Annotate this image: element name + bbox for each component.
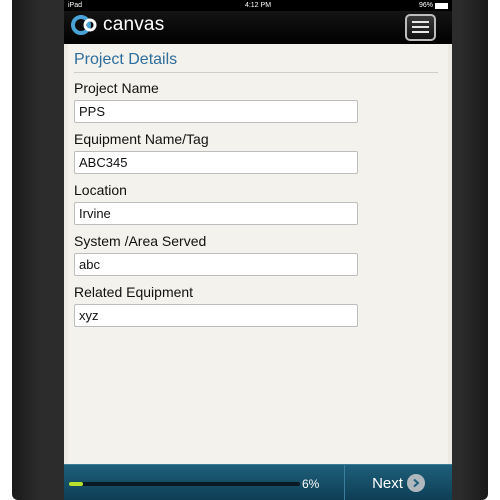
equipment-name-label: Equipment Name/Tag bbox=[74, 131, 209, 147]
title-divider bbox=[74, 72, 438, 73]
screen: iPad 4:12 PM 96% canvas Project Details … bbox=[64, 0, 452, 500]
project-name-label: Project Name bbox=[74, 80, 159, 96]
clock: 4:12 PM bbox=[244, 2, 272, 9]
progress-percent: 6% bbox=[302, 477, 320, 491]
next-label: Next bbox=[372, 474, 403, 492]
menu-button[interactable] bbox=[405, 14, 436, 41]
equipment-name-field[interactable] bbox=[74, 151, 358, 174]
related-equipment-field[interactable] bbox=[74, 304, 358, 327]
battery-icon bbox=[435, 2, 448, 9]
system-area-label: System /Area Served bbox=[74, 233, 207, 249]
tablet-frame: iPad 4:12 PM 96% canvas Project Details … bbox=[12, 0, 488, 500]
progress-fill bbox=[69, 482, 83, 486]
project-details-panel: Project Details Project Name Equipment N… bbox=[68, 44, 448, 464]
page-title: Project Details bbox=[74, 51, 178, 68]
battery-percent: 96% bbox=[418, 2, 433, 9]
app-header: canvas bbox=[64, 11, 452, 44]
location-label: Location bbox=[74, 182, 127, 198]
battery-status: 96% bbox=[419, 0, 448, 11]
app-name: canvas bbox=[103, 14, 165, 35]
next-button[interactable]: Next bbox=[345, 465, 452, 500]
system-area-field[interactable] bbox=[74, 253, 358, 276]
progress-bar bbox=[69, 482, 300, 486]
app-logo: canvas bbox=[70, 14, 164, 36]
canvas-logo-icon bbox=[71, 15, 97, 35]
project-name-field[interactable] bbox=[74, 100, 358, 123]
footer-bar: 6% Next bbox=[64, 464, 452, 500]
location-field[interactable] bbox=[74, 202, 358, 225]
status-bar: iPad 4:12 PM 96% bbox=[64, 0, 452, 11]
chevron-right-circle-icon bbox=[406, 474, 425, 492]
related-equipment-label: Related Equipment bbox=[74, 284, 194, 300]
